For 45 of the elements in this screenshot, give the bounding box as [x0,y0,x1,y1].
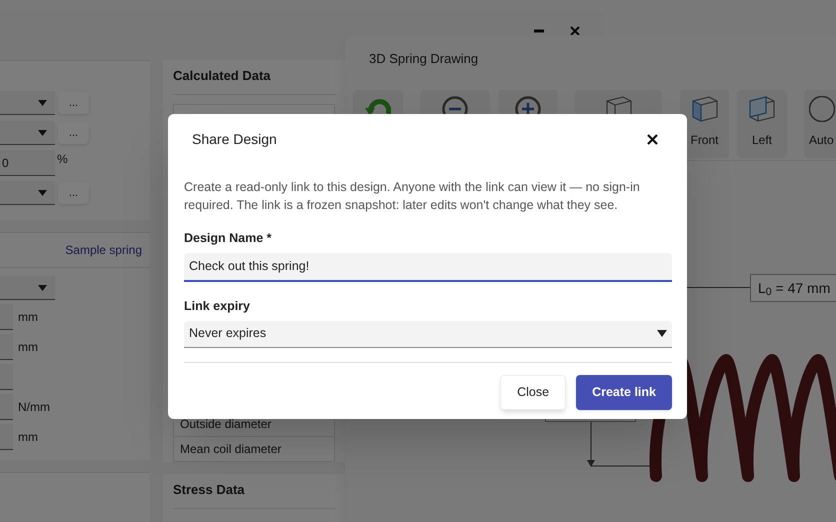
unit-label: mm [18,429,38,446]
dropdown-field[interactable] [0,181,55,205]
unit-label: N/mm [18,399,50,416]
unit-label: % [57,151,68,168]
more-button[interactable]: ... [58,92,89,114]
panel-title: Stress Data [173,480,335,508]
caret-icon [38,100,47,106]
toolbar-button[interactable]: Auto [804,90,836,158]
number-field[interactable] [0,334,13,360]
dropdown-field[interactable] [0,276,55,300]
number-field[interactable] [0,364,13,390]
create-link-button[interactable]: Create link [576,374,672,410]
toolbar-button[interactable]: Left [737,90,787,158]
window-title: 3D Spring Drawing [368,50,480,68]
panel-title: Calculated Data [173,66,335,94]
toolbar-button[interactable]: Front [680,90,729,158]
unit-label: mm [18,339,38,356]
unit-label: mm [18,309,38,326]
more-button[interactable]: ... [58,122,89,144]
dialog-title: Share Design [192,130,277,149]
dialog-description: Create a read-only link to this design. Anyone with the link can view it — no sign-in required. The link is a frozen snapshot: later edits won't change what they see. [184,179,641,214]
close-button[interactable]: Close [500,374,566,410]
caret-icon [38,190,47,196]
close-icon[interactable] [569,25,581,37]
sample-spring-link[interactable]: Sample spring [65,241,142,259]
table-cell: Mean coil diameter [174,436,334,461]
dimension-label: L$_{0}$ = 47 mm [750,274,836,302]
field-label: Design Name * [184,230,273,247]
link-expiry-dropdown[interactable]: Never expires [184,320,672,348]
close-icon [646,134,658,144]
caret-icon [657,330,667,337]
close-button[interactable] [645,132,659,146]
caret-icon [38,130,47,136]
caret-icon [38,284,47,290]
design-name-field[interactable]: Check out this spring! [184,252,672,282]
dropdown-field[interactable] [0,91,55,115]
dropdown-field[interactable] [0,121,55,145]
more-button[interactable]: ... [58,182,89,204]
number-field[interactable] [0,394,13,420]
cube-icon [692,96,718,122]
number-field[interactable] [0,304,13,330]
number-field[interactable] [0,424,13,450]
number-field[interactable]: 0 [0,150,55,176]
field-label: Link expiry [184,298,251,315]
cube-icon [749,96,775,122]
